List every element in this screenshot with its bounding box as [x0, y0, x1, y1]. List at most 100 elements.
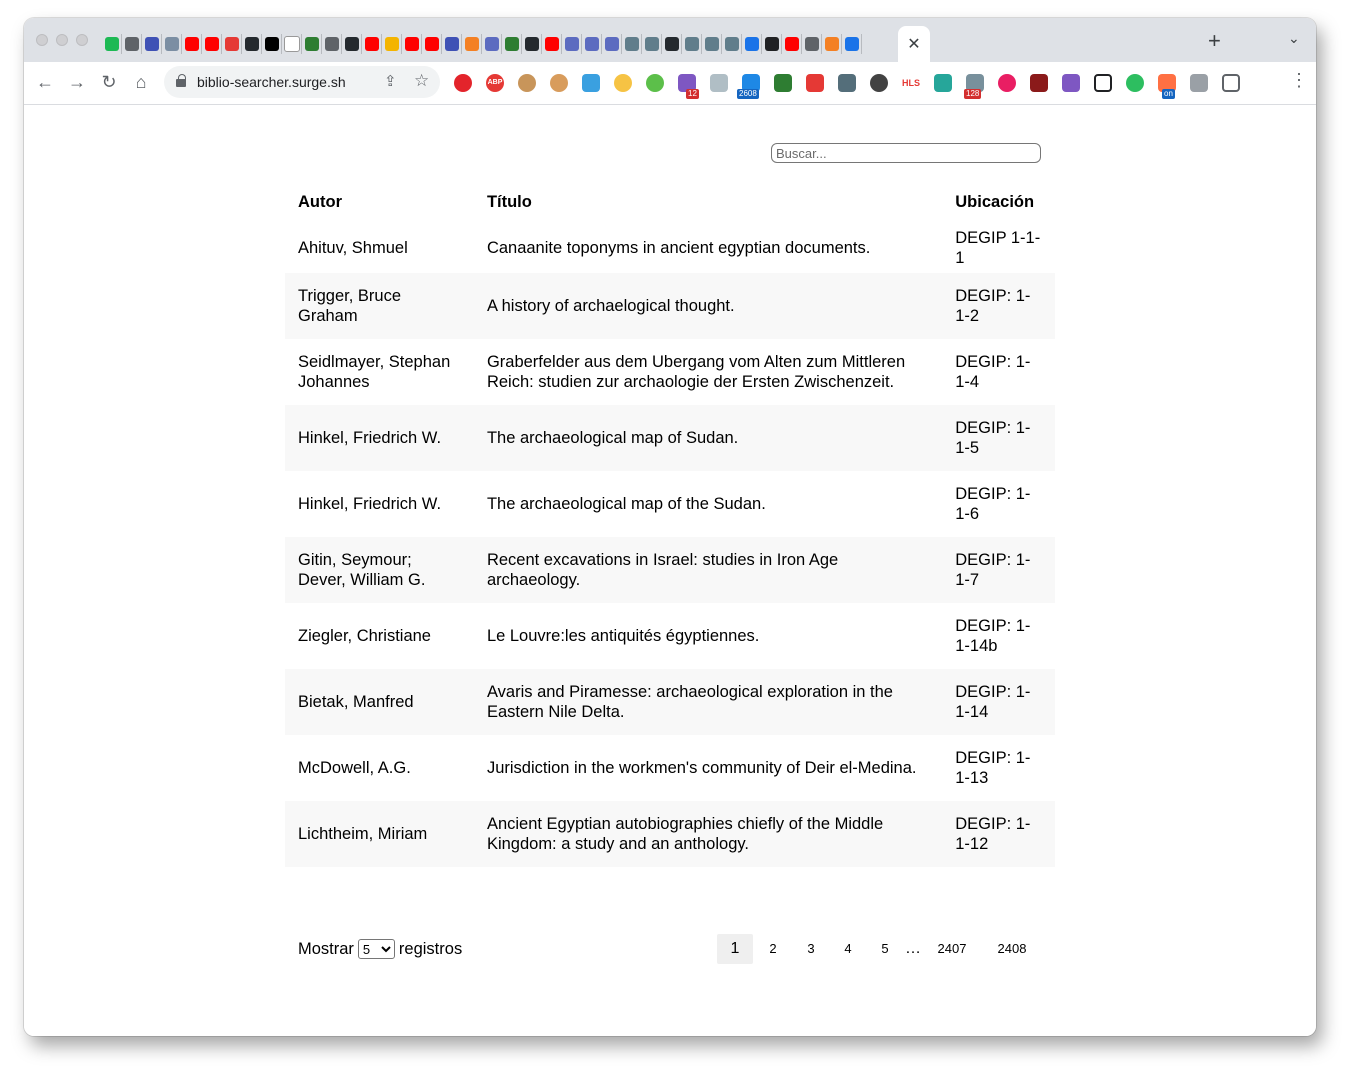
- page-button-4[interactable]: 4: [829, 934, 867, 964]
- extension-download-icon[interactable]: [774, 74, 792, 92]
- extension-ublock-icon[interactable]: [1030, 74, 1048, 92]
- cell-autor: Hinkel, Friedrich W.: [298, 495, 442, 513]
- extension-adblock-icon[interactable]: ABP: [486, 74, 504, 92]
- pinned-tab-favicon-icon[interactable]: [662, 34, 682, 54]
- pinned-tab-favicon-icon[interactable]: [122, 34, 142, 54]
- browser-menu-icon[interactable]: ⋮: [1290, 70, 1308, 91]
- page-button-2[interactable]: 2: [753, 934, 793, 964]
- pinned-tab-favicon-icon[interactable]: [802, 34, 822, 54]
- extension-window-icon[interactable]: [582, 74, 600, 92]
- tab-close-icon[interactable]: ✕: [907, 34, 920, 54]
- cell-ubicacion: DEGIP: 1-1-5: [942, 405, 1055, 471]
- close-window-button[interactable]: [36, 34, 48, 46]
- page-button-3[interactable]: 3: [793, 934, 829, 964]
- table-row: Hinkel, Friedrich W. The archaeological …: [285, 471, 1055, 537]
- page-button-5[interactable]: 5: [867, 934, 903, 964]
- pinned-tab-favicon-icon[interactable]: [362, 34, 382, 54]
- page-size-control: Mostrar 5 registros: [298, 939, 462, 959]
- extension-cat-icon[interactable]: [1062, 74, 1080, 92]
- pinned-tab-favicon-icon[interactable]: [282, 34, 302, 54]
- side-panel-icon[interactable]: [1222, 74, 1240, 92]
- extension-evernote-icon[interactable]: [1126, 74, 1144, 92]
- page-size-select[interactable]: 5: [357, 939, 395, 959]
- zoom-window-button[interactable]: [76, 34, 88, 46]
- show-label: Mostrar: [298, 939, 354, 958]
- url-text[interactable]: biblio-searcher.surge.sh: [197, 74, 346, 90]
- pinned-tab-favicon-icon[interactable]: [422, 34, 442, 54]
- pinned-tab-favicon-icon[interactable]: [142, 34, 162, 54]
- tab-search-chevron-icon[interactable]: ⌄: [1288, 30, 1300, 47]
- cell-ubicacion: DEGIP 1-1-1: [955, 229, 1041, 267]
- pinned-tab-favicon-icon[interactable]: [402, 34, 422, 54]
- new-tab-button[interactable]: +: [1208, 28, 1221, 54]
- pinned-tab-favicon-icon[interactable]: [702, 34, 722, 54]
- pinned-tab-favicon-icon[interactable]: [622, 34, 642, 54]
- pinned-tab-favicon-icon[interactable]: [582, 34, 602, 54]
- search-input[interactable]: [771, 143, 1041, 163]
- cell-ubicacion: DEGIP: 1-1-14: [942, 669, 1055, 735]
- pinned-tab-favicon-icon[interactable]: [762, 34, 782, 54]
- pinned-tab-favicon-icon[interactable]: [182, 34, 202, 54]
- pinned-tab-favicon-icon[interactable]: [442, 34, 462, 54]
- pinned-tab-favicon-icon[interactable]: [462, 34, 482, 54]
- extension-dots-icon[interactable]: [870, 74, 888, 92]
- back-arrow-icon[interactable]: ←: [35, 72, 55, 93]
- pinned-tab-favicon-icon[interactable]: [322, 34, 342, 54]
- pinned-tab-favicon-icon[interactable]: [382, 34, 402, 54]
- pinned-tab-favicon-icon[interactable]: [562, 34, 582, 54]
- pinned-tab-favicon-icon[interactable]: [502, 34, 522, 54]
- pinned-tab-favicon-icon[interactable]: [742, 34, 762, 54]
- extension-target-icon[interactable]: [998, 74, 1016, 92]
- reload-icon[interactable]: ↻: [99, 72, 119, 93]
- extension-hls-icon[interactable]: HLS: [902, 74, 920, 92]
- extension-cookie-icon[interactable]: [518, 74, 536, 92]
- extension-grid-icon[interactable]: [934, 74, 952, 92]
- extension-honey-icon[interactable]: [614, 74, 632, 92]
- pinned-tab-favicon-icon[interactable]: [302, 34, 322, 54]
- minimize-window-button[interactable]: [56, 34, 68, 46]
- cell-ubicacion: DEGIP: 1-1-14b: [955, 617, 1031, 655]
- pinned-tab-favicon-icon[interactable]: [162, 34, 182, 54]
- pinned-tab-favicon-icon[interactable]: [222, 34, 242, 54]
- table-row: Seidlmayer, Stephan Johannes Graberfelde…: [285, 339, 1055, 405]
- extension-pencil-icon[interactable]: [838, 74, 856, 92]
- pinned-tab-favicon-icon[interactable]: [522, 34, 542, 54]
- extension-bs-icon[interactable]: [710, 74, 728, 92]
- extension-cookie-editor-icon[interactable]: [550, 74, 568, 92]
- pinned-tab-favicon-icon[interactable]: [782, 34, 802, 54]
- pinned-tab-favicon-icon[interactable]: [722, 34, 742, 54]
- pinned-tab-favicon-icon[interactable]: [102, 34, 122, 54]
- pinned-tab-favicon-icon[interactable]: [342, 34, 362, 54]
- pinned-tab-favicon-icon[interactable]: [682, 34, 702, 54]
- header-titulo[interactable]: Título: [474, 181, 942, 223]
- address-bar[interactable]: biblio-searcher.surge.sh ⇪ ☆: [164, 66, 440, 98]
- page-button-2408[interactable]: 2408: [981, 934, 1043, 964]
- extension-opera-icon[interactable]: [454, 74, 472, 92]
- page-button-2407[interactable]: 2407: [923, 934, 981, 964]
- pinned-tab-favicon-icon[interactable]: [602, 34, 622, 54]
- page-button-1[interactable]: 1: [717, 934, 753, 964]
- cell-titulo: Avaris and Piramesse: archaeological exp…: [473, 669, 943, 735]
- cell-autor: Hinkel, Friedrich W.: [285, 405, 474, 471]
- pinned-tab-favicon-icon[interactable]: [482, 34, 502, 54]
- pinned-tab-favicon-icon[interactable]: [642, 34, 662, 54]
- pinned-tab-favicon-icon[interactable]: [242, 34, 262, 54]
- header-autor[interactable]: Autor: [285, 181, 474, 223]
- share-icon[interactable]: ⇪: [384, 72, 397, 90]
- pinned-tab-favicon-icon[interactable]: [842, 34, 862, 54]
- pinned-tab-favicon-icon[interactable]: [262, 34, 282, 54]
- header-ubicacion[interactable]: Ubicación: [942, 181, 1055, 223]
- forward-arrow-icon[interactable]: →: [67, 72, 87, 93]
- home-icon[interactable]: ⌂: [131, 72, 151, 93]
- pinned-tab-favicon-icon[interactable]: [822, 34, 842, 54]
- extension-lock-icon[interactable]: [806, 74, 824, 92]
- extensions-puzzle-icon[interactable]: [1190, 74, 1208, 92]
- pinned-tab-favicon-icon[interactable]: [202, 34, 222, 54]
- tab-active[interactable]: ✕: [898, 26, 930, 62]
- browser-window: ✕ + ⌄ ← → ↻ ⌂ biblio-searcher.surge.sh ⇪…: [24, 18, 1316, 1036]
- lock-icon[interactable]: [176, 74, 186, 87]
- extension-js-icon[interactable]: [646, 74, 664, 92]
- bookmark-star-icon[interactable]: ☆: [414, 71, 429, 91]
- extension-pip-icon[interactable]: [1094, 74, 1112, 92]
- pinned-tab-favicon-icon[interactable]: [542, 34, 562, 54]
